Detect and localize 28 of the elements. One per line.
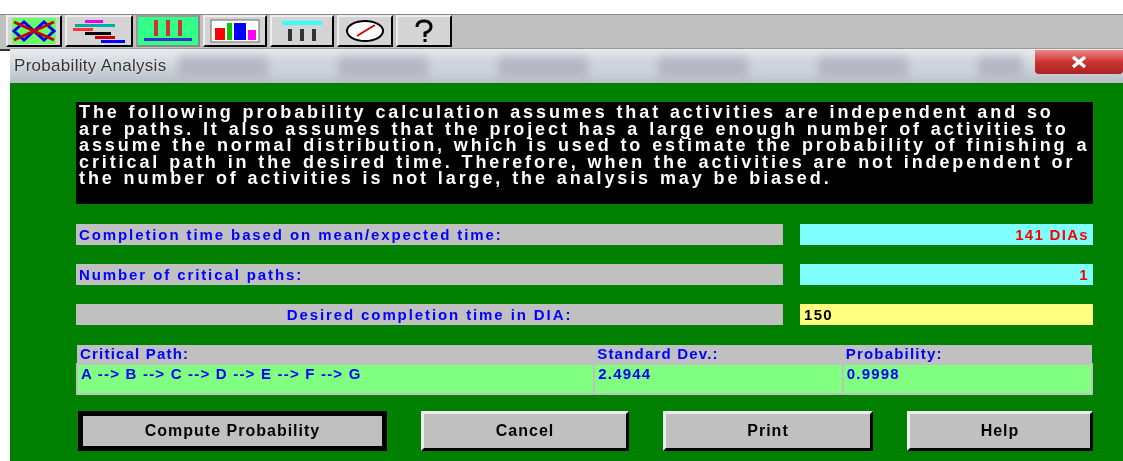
toolbar-button[interactable]	[396, 15, 452, 47]
table-cell: 2.4944	[594, 364, 843, 394]
table-cell: 0.9998	[842, 364, 1092, 394]
toolbar-button[interactable]	[337, 15, 393, 47]
dialog-button[interactable]: Print	[663, 411, 873, 451]
field-label: Desired completion time in DIA:	[76, 304, 783, 325]
input-field[interactable]: 150	[800, 304, 1093, 325]
notice-text: The following probability calculation assumes that activities are independent and so are paths. It also assumes that the project has a large enough number of activities to assume the normal distribution, which is used to estimate the probability of finishing a critical path in the desired time. Therefore, when the activities are not independent or the number of activities is not large, the analysis may be biased.	[76, 102, 1093, 204]
close-button[interactable]	[1035, 50, 1123, 74]
toolbar-button[interactable]	[270, 15, 334, 47]
value-display: 141 DIAs	[800, 224, 1093, 245]
toolbar-button[interactable]	[65, 15, 133, 47]
network-icon	[12, 18, 56, 44]
value-display: 1	[800, 264, 1093, 285]
window-title: Probability Analysis	[13, 56, 167, 76]
resources-icon	[142, 18, 194, 44]
dialog-button[interactable]: Cancel	[421, 411, 629, 451]
bars-icon	[209, 18, 261, 44]
toolbar-button[interactable]	[6, 15, 62, 47]
toolbar-button[interactable]	[136, 15, 200, 47]
gantt-icon	[71, 18, 127, 44]
clock-icon	[343, 18, 387, 44]
toolbar-button[interactable]	[203, 15, 267, 47]
table-cell: A --> B --> C --> D --> E --> F --> G	[77, 364, 595, 394]
dialog-button[interactable]: Compute Probability	[78, 411, 387, 451]
field-label: Completion time based on mean/expected time:	[76, 224, 783, 245]
field-label: Number of critical paths:	[76, 264, 783, 285]
dialog-button[interactable]: Help	[907, 411, 1093, 451]
